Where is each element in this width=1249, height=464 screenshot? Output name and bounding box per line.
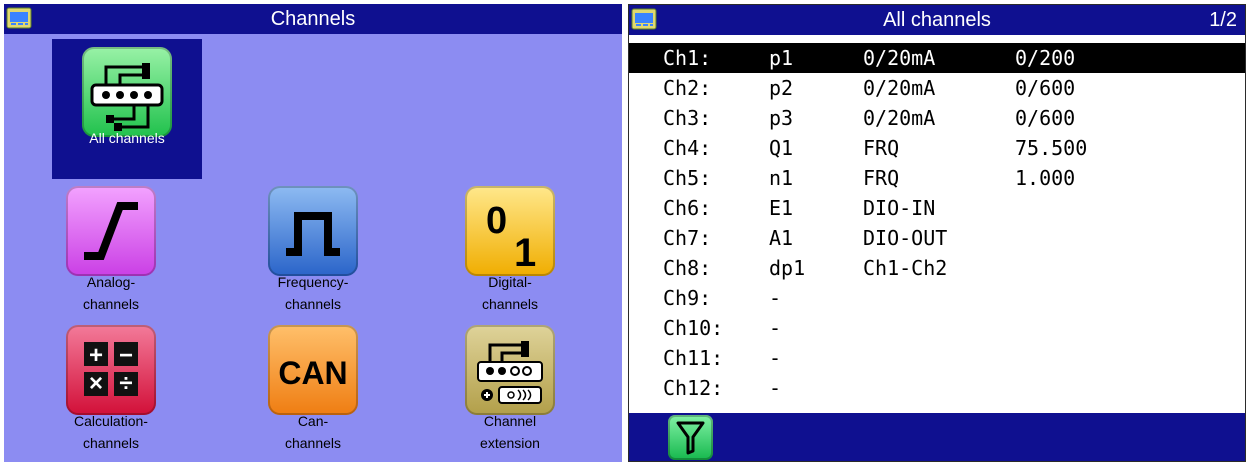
calc-times-text: × [89, 370, 103, 397]
channel-row[interactable]: Ch3: p3 0/20mA 0/600 [629, 103, 1245, 133]
calculation-channels-icon: + − × ÷ [66, 325, 156, 415]
channel-name: Q1 [769, 136, 794, 160]
all-channels-screen: All channels 1/2 Ch1: p1 0/20mA 0/200 Ch… [628, 4, 1246, 462]
all-channels-label: All channels [89, 130, 165, 146]
channel-type: Ch1-Ch2 [863, 256, 948, 280]
channel-row[interactable]: Ch9: - [629, 283, 1245, 313]
channel-name: p2 [769, 76, 794, 100]
channel-name: n1 [769, 166, 794, 190]
can-channels-label: Can- channels [284, 413, 342, 451]
analog-channels-label: Analog- channels [82, 274, 140, 312]
channel-extension-label: Channel extension [480, 413, 540, 451]
all-channels-title: All channels [883, 9, 991, 31]
channel-name: dp1 [769, 256, 806, 280]
digital-zero-text: 0 [486, 200, 507, 242]
channel-type: DIO-OUT [863, 226, 948, 250]
menu-item-channel-extension[interactable]: Channel extension [435, 317, 585, 457]
channel-label: Ch7: [663, 226, 712, 250]
digital-one-text: 1 [514, 231, 536, 275]
menu-item-all-channels[interactable]: All channels [52, 39, 202, 179]
calc-minus-text: − [119, 342, 133, 369]
can-channels-icon: CAN [268, 325, 358, 415]
channel-name: p1 [769, 46, 794, 70]
menu-item-digital-channels[interactable]: 0 1 Digital- channels [435, 178, 585, 318]
channel-label: Ch5: [663, 166, 712, 190]
channel-value: 75.500 [1015, 136, 1088, 160]
channel-name: E1 [769, 196, 794, 220]
channel-row[interactable]: Ch8: dp1 Ch1-Ch2 [629, 253, 1245, 283]
calc-plus-text: + [89, 342, 103, 369]
channel-type: 0/20mA [863, 106, 936, 130]
channels-menu-screen: Channels All channels Analog- channels F… [4, 4, 622, 462]
digital-channels-icon: 0 1 [465, 186, 555, 276]
filter-button[interactable] [668, 415, 713, 460]
channel-label: Ch3: [663, 106, 712, 130]
channels-app-icon [6, 7, 32, 29]
channel-value: 0/600 [1015, 106, 1076, 130]
channel-name: - [769, 316, 782, 340]
channel-type: FRQ [863, 136, 900, 160]
frequency-channels-label: Frequency- channels [277, 274, 349, 312]
channels-app-icon [631, 8, 657, 30]
all-channels-title-bar: All channels 1/2 [629, 5, 1245, 35]
channel-type: 0/20mA [863, 46, 936, 70]
channel-label: Ch2: [663, 76, 712, 100]
channel-row[interactable]: Ch12: - [629, 373, 1245, 403]
channel-extension-icon [465, 325, 555, 415]
channel-type: 0/20mA [863, 76, 936, 100]
all-channels-icon [82, 47, 172, 137]
calculation-channels-label: Calculation- channels [74, 413, 148, 451]
channel-type: DIO-IN [863, 196, 936, 220]
channel-value: 0/600 [1015, 76, 1076, 100]
digital-channels-label: Digital- channels [481, 274, 539, 312]
channel-name: - [769, 286, 782, 310]
page-indicator: 1/2 [1209, 9, 1237, 31]
channel-name: - [769, 376, 782, 400]
analog-channels-icon [66, 186, 156, 276]
menu-item-analog-channels[interactable]: Analog- channels [36, 178, 186, 318]
channel-row[interactable]: Ch2: p2 0/20mA 0/600 [629, 73, 1245, 103]
channel-label: Ch1: [663, 46, 712, 70]
channel-row[interactable]: Ch6: E1 DIO-IN [629, 193, 1245, 223]
calc-divide-text: ÷ [119, 370, 132, 397]
channel-row[interactable]: Ch1: p1 0/20mA 0/200 [629, 43, 1245, 73]
channel-row[interactable]: Ch11: - [629, 343, 1245, 373]
channels-title: Channels [270, 8, 356, 30]
channel-label: Ch10: [663, 316, 724, 340]
frequency-channels-icon [268, 186, 358, 276]
channel-list: Ch1: p1 0/20mA 0/200 Ch2: p2 0/20mA 0/60… [629, 43, 1245, 403]
channel-label: Ch9: [663, 286, 712, 310]
bottom-toolbar [629, 413, 1245, 461]
channel-value: 1.000 [1015, 166, 1076, 190]
channel-label: Ch12: [663, 376, 724, 400]
filter-icon [676, 421, 705, 455]
channel-label: Ch11: [663, 346, 724, 370]
channel-name: p3 [769, 106, 794, 130]
channel-row[interactable]: Ch5: n1 FRQ 1.000 [629, 163, 1245, 193]
can-text: CAN [278, 355, 347, 391]
channel-name: - [769, 346, 782, 370]
channel-label: Ch4: [663, 136, 712, 160]
channel-value: 0/200 [1015, 46, 1076, 70]
channel-label: Ch8: [663, 256, 712, 280]
channel-type: FRQ [863, 166, 900, 190]
channel-row[interactable]: Ch10: - [629, 313, 1245, 343]
channel-name: A1 [769, 226, 794, 250]
channel-label: Ch6: [663, 196, 712, 220]
channel-row[interactable]: Ch7: A1 DIO-OUT [629, 223, 1245, 253]
menu-item-frequency-channels[interactable]: Frequency- channels [238, 178, 388, 318]
menu-item-calculation-channels[interactable]: + − × ÷ Calculation- channels [36, 317, 186, 457]
menu-item-can-channels[interactable]: CAN Can- channels [238, 317, 388, 457]
channels-title-bar: Channels [4, 4, 622, 34]
channel-row[interactable]: Ch4: Q1 FRQ 75.500 [629, 133, 1245, 163]
